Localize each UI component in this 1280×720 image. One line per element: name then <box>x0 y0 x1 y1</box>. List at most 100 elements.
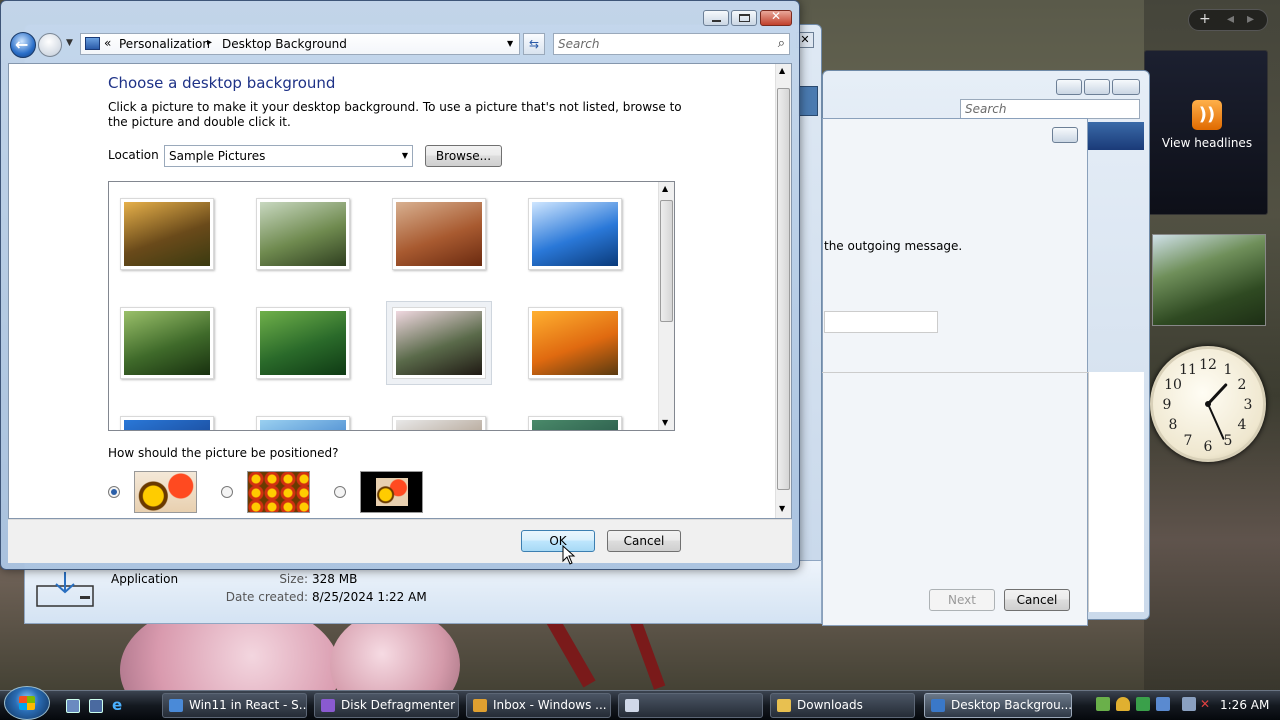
wizard-cancel-button[interactable]: Cancel <box>1004 589 1070 611</box>
content-scroll-down-icon[interactable]: ▼ <box>779 504 785 513</box>
address-bar[interactable]: « Personalization ▸ Desktop Background ▼ <box>80 33 520 55</box>
show-desktop-icon[interactable] <box>66 699 80 713</box>
maximize-button[interactable] <box>731 10 757 26</box>
security-icon[interactable] <box>1116 697 1130 711</box>
volume-muted-icon[interactable]: ✕ <box>1200 697 1214 711</box>
thumbnail-creek[interactable] <box>256 198 350 270</box>
content-scroll-up-icon[interactable]: ▲ <box>779 66 785 75</box>
view-headlines-label[interactable]: View headlines <box>1146 136 1268 150</box>
application-icon <box>36 570 96 608</box>
recent-pages-chevron-icon[interactable]: ▼ <box>66 38 73 48</box>
thumbnail-image <box>396 202 482 266</box>
refresh-button[interactable]: ⇆ <box>523 33 545 55</box>
size-label: Size: <box>279 572 308 586</box>
thumbnail-forest[interactable] <box>120 307 214 379</box>
location-select[interactable]: Sample Pictures ▼ <box>164 145 413 167</box>
email-search-input[interactable]: Search <box>960 99 1140 119</box>
position-fill-preview[interactable] <box>134 471 197 513</box>
svg-text:4: 4 <box>1238 417 1247 433</box>
taskbar-app-icon <box>473 699 487 712</box>
taskbar-item[interactable]: Disk Defragmenter <box>314 693 459 718</box>
clock-time[interactable]: 1:26 AM <box>1220 698 1269 712</box>
picture-grid-scrollbar[interactable]: ▲ ▼ <box>658 182 674 430</box>
scroll-up-icon[interactable]: ▲ <box>662 184 668 193</box>
cancel-button[interactable]: Cancel <box>607 530 681 552</box>
thumbnail-garden[interactable] <box>528 307 622 379</box>
thumbnail-oryx-antelope[interactable] <box>528 198 622 270</box>
thumbnail-image <box>124 202 210 266</box>
slideshow-gadget[interactable] <box>1152 234 1266 326</box>
wizard-next-button[interactable]: Next <box>929 589 995 611</box>
svg-text:3: 3 <box>1244 397 1253 413</box>
add-gadget-icon[interactable]: + <box>1199 11 1211 27</box>
clock-hour-hand <box>1206 383 1228 406</box>
location-dropdown-icon: ▼ <box>401 151 408 160</box>
email-maximize-button[interactable] <box>1084 79 1110 95</box>
thumbnail-row3-a[interactable] <box>120 416 214 430</box>
scroll-thumb[interactable] <box>660 200 673 322</box>
switch-windows-icon[interactable] <box>89 699 103 713</box>
search-input[interactable]: Search ⌕ <box>553 33 790 55</box>
svg-text:12: 12 <box>1199 357 1217 373</box>
breadcrumb-personalization[interactable]: Personalization <box>119 37 210 51</box>
network-icon[interactable] <box>1096 697 1110 711</box>
email-header-strip <box>1088 122 1144 150</box>
taskbar-item[interactable]: Desktop Backgrou... <box>924 693 1072 718</box>
clock-gadget: 12 1 2 345 678 9 10 11 <box>1150 346 1266 462</box>
thumbnail-row3-b[interactable] <box>256 416 350 430</box>
sync-icon[interactable] <box>1136 697 1150 711</box>
breadcrumb-desktop-background[interactable]: Desktop Background <box>222 37 347 51</box>
position-center-preview[interactable] <box>360 471 423 513</box>
start-button[interactable] <box>4 686 50 720</box>
content-scroll-thumb[interactable] <box>777 88 790 490</box>
thumbnail-row3-d[interactable] <box>528 416 622 430</box>
breadcrumb-overflow[interactable]: « <box>104 36 111 50</box>
thumbnail-image <box>532 202 618 266</box>
forward-button[interactable] <box>38 33 62 57</box>
network-connection-icon[interactable] <box>1182 697 1196 711</box>
search-icon[interactable]: ⌕ <box>778 36 785 51</box>
thumbnail-frangipani-flowers[interactable] <box>392 307 486 379</box>
thumbnail-image <box>260 420 346 430</box>
address-dropdown-icon[interactable]: ▼ <box>507 39 513 48</box>
windows-logo-icon <box>19 696 35 710</box>
taskbar-app-icon <box>931 699 945 712</box>
next-icon[interactable]: ▸ <box>1247 11 1254 27</box>
internet-explorer-icon[interactable]: e <box>112 698 126 713</box>
thumbnail-row3-c[interactable] <box>392 416 486 430</box>
wizard-close-button[interactable] <box>1052 127 1078 143</box>
content-scrollbar[interactable]: ▲ ▼ <box>775 64 791 518</box>
picture-grid[interactable] <box>108 181 675 431</box>
device-icon[interactable] <box>1156 697 1170 711</box>
close-button[interactable]: ✕ <box>760 9 792 26</box>
ok-button[interactable]: OK <box>521 530 595 552</box>
back-button[interactable]: ← <box>10 32 36 58</box>
scroll-down-icon[interactable]: ▼ <box>662 418 668 427</box>
thumbnail-desert-landscape[interactable] <box>392 198 486 270</box>
taskbar-item[interactable]: Inbox - Windows ... <box>466 693 611 718</box>
taskbar-item[interactable]: Downloads <box>770 693 915 718</box>
thumbnail-image <box>532 311 618 375</box>
taskbar-item[interactable] <box>618 693 763 718</box>
position-fill-radio[interactable] <box>108 486 120 498</box>
thumbnail-green-sea-turtle[interactable] <box>256 307 350 379</box>
taskbar-item[interactable]: Win11 in React - S... <box>162 693 307 718</box>
email-close-button[interactable] <box>1112 79 1140 95</box>
feed-headlines-gadget[interactable] <box>1144 50 1268 215</box>
position-tile-radio[interactable] <box>221 486 233 498</box>
browse-button[interactable]: Browse... <box>425 145 502 167</box>
mouse-cursor-icon <box>562 544 576 568</box>
minimize-button[interactable] <box>703 10 729 26</box>
rss-feed-icon: )) <box>1192 100 1222 130</box>
position-center-radio[interactable] <box>334 486 346 498</box>
breadcrumb-separator-icon[interactable]: ▸ <box>207 37 212 48</box>
sidebar-controls[interactable]: + ◂ ▸ <box>1188 9 1268 31</box>
thumbnail-image <box>396 311 482 375</box>
taskbar-item-label: Downloads <box>797 698 863 712</box>
prev-icon[interactable]: ◂ <box>1227 11 1234 27</box>
wizard-input-field[interactable] <box>824 311 938 333</box>
position-tile-preview[interactable] <box>247 471 310 513</box>
email-list-pane <box>1088 372 1144 612</box>
thumbnail-autumn-leaves[interactable] <box>120 198 214 270</box>
email-minimize-button[interactable] <box>1056 79 1082 95</box>
